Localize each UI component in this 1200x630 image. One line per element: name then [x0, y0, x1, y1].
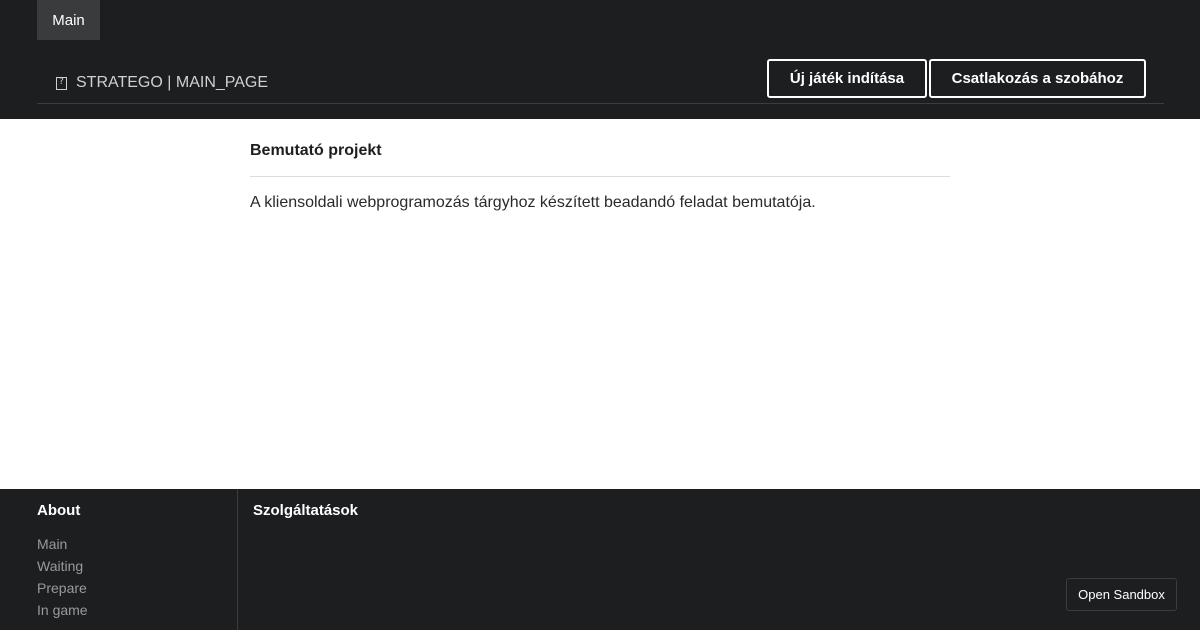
footer-services-column: Szolgáltatások — [253, 489, 358, 519]
footer-link-main[interactable]: Main — [37, 533, 237, 555]
header-divider — [37, 103, 1164, 104]
brand-text: STRATEGO | MAIN_PAGE — [76, 74, 269, 91]
footer-link-prepare[interactable]: Prepare — [37, 577, 237, 599]
footer-services-heading: Szolgáltatások — [253, 502, 359, 519]
footer-about-column: About Main Waiting Prepare In game — [37, 489, 238, 630]
new-game-button[interactable]: Új játék indítása — [767, 59, 927, 98]
missing-glyph-icon — [56, 76, 67, 90]
footer-about-heading: About — [37, 502, 81, 519]
footer-about-links: Main Waiting Prepare In game — [37, 533, 237, 621]
brand[interactable]: STRATEGO | MAIN_PAGE — [56, 72, 268, 94]
footer: About Main Waiting Prepare In game Szolg… — [0, 489, 1200, 630]
page-description: A kliensoldali webprogramozás tárgyhoz k… — [250, 194, 816, 211]
footer-link-in-game[interactable]: In game — [37, 599, 237, 621]
tab-main[interactable]: Main — [37, 0, 100, 40]
join-room-button[interactable]: Csatlakozás a szobához — [929, 59, 1146, 98]
open-sandbox-button[interactable]: Open Sandbox — [1066, 578, 1177, 611]
content-divider — [250, 176, 950, 177]
top-navbar: Main STRATEGO | MAIN_PAGE Új játék indít… — [0, 0, 1200, 119]
page-title: Bemutató projekt — [250, 142, 382, 159]
footer-link-waiting[interactable]: Waiting — [37, 555, 237, 577]
main-content: Bemutató projekt A kliensoldali webprogr… — [250, 119, 950, 213]
